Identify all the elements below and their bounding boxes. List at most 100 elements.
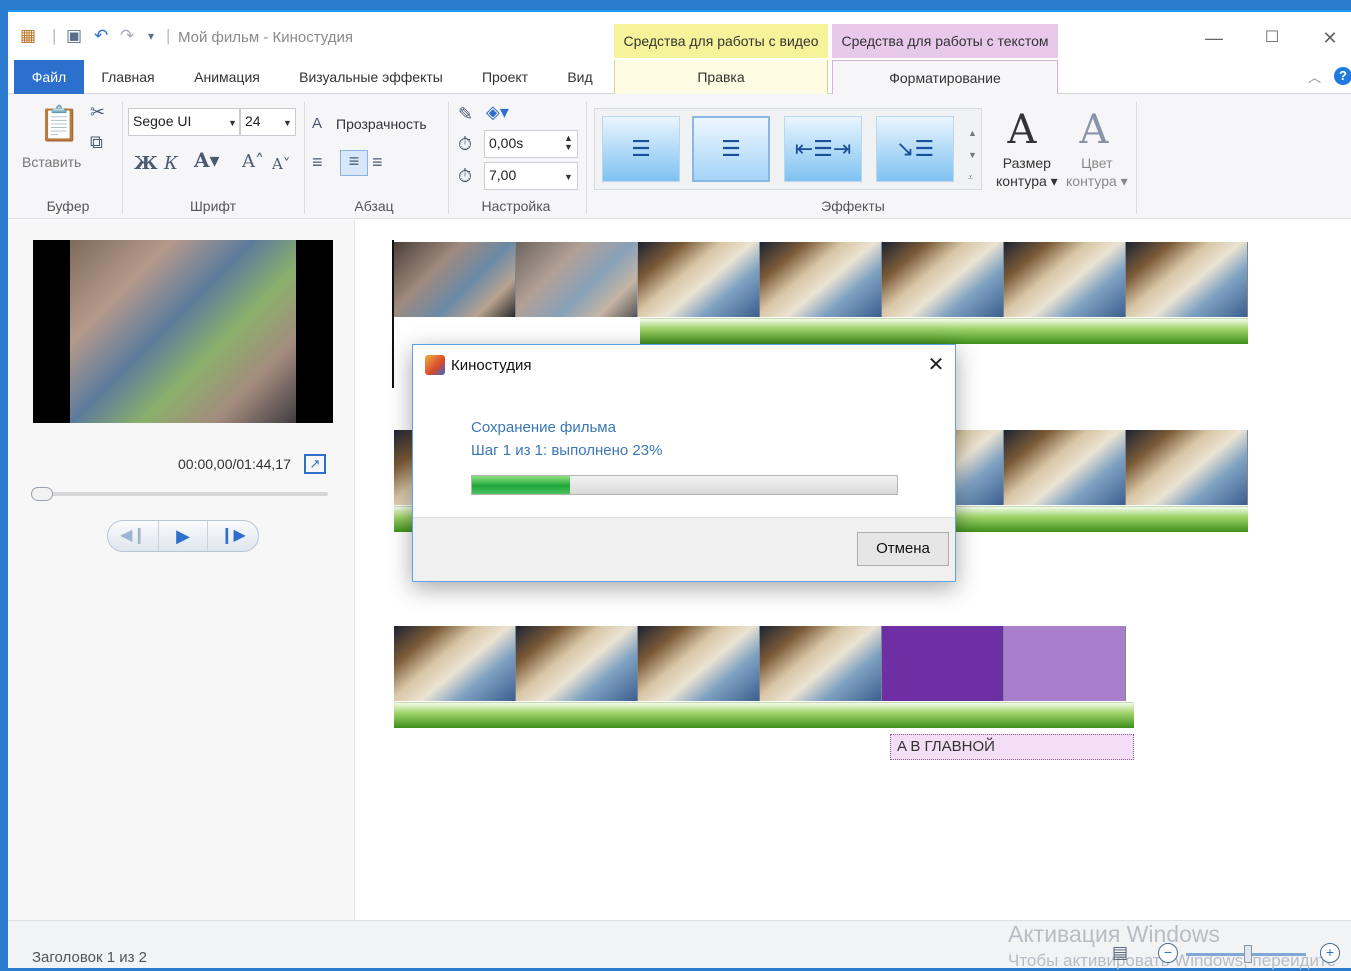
- align-right-icon[interactable]: ≡: [372, 152, 383, 172]
- separator: |: [52, 26, 57, 45]
- undo-icon[interactable]: ↶: [94, 26, 108, 46]
- dialog-heading: Сохранение фильма: [471, 419, 616, 436]
- play-icon[interactable]: ▶: [158, 521, 208, 551]
- outline-color-label-2: контура: [1066, 173, 1117, 189]
- audio-waveform[interactable]: [394, 702, 1134, 728]
- tab-home[interactable]: Главная: [90, 60, 166, 94]
- effect-stretch-button[interactable]: ⇤☰⇥: [784, 116, 862, 182]
- font-color-icon[interactable]: A▾: [194, 150, 220, 170]
- group-separator: [1136, 102, 1137, 214]
- next-frame-icon[interactable]: ❙▶: [208, 521, 258, 551]
- zoom-thumb[interactable]: [1244, 945, 1252, 963]
- screen: ▦ | ▣ ↶ ↷ ▾ | Мой фильм - Киностудия Сре…: [0, 0, 1351, 970]
- ribbon-tabs: Файл Главная Анимация Визуальные эффекты…: [8, 60, 1351, 95]
- storyboard-view-icon[interactable]: ▤: [1112, 943, 1128, 963]
- outline-size-button[interactable]: Размер контура ▾: [996, 154, 1058, 190]
- tab-animation[interactable]: Анимация: [180, 60, 274, 94]
- clip-thumbnail[interactable]: [1126, 430, 1248, 505]
- close-button[interactable]: ✕: [1310, 26, 1350, 50]
- bold-icon[interactable]: Ж: [134, 154, 158, 174]
- quick-access-dropdown-icon[interactable]: ▾: [148, 26, 154, 46]
- start-time-icon: ⏱: [458, 134, 473, 154]
- shrink-font-icon[interactable]: A˅: [272, 154, 290, 174]
- tab-edit[interactable]: Правка: [614, 60, 828, 94]
- dialog-footer: Отмена: [413, 517, 955, 581]
- cut-icon[interactable]: ✂: [90, 102, 105, 122]
- close-icon[interactable]: ✕: [921, 351, 951, 379]
- redo-icon[interactable]: ↷: [120, 26, 134, 46]
- clip-thumbnail[interactable]: [882, 242, 1004, 317]
- audio-waveform[interactable]: [640, 318, 1248, 344]
- background-color-icon[interactable]: ◈▾: [486, 102, 509, 122]
- chevron-down-icon: ▼: [228, 118, 237, 128]
- group-paragraph-label: Абзац: [354, 198, 394, 214]
- tab-view[interactable]: Вид: [554, 60, 606, 94]
- clip-thumbnail[interactable]: [394, 626, 516, 701]
- tab-project[interactable]: Проект: [470, 60, 540, 94]
- prev-frame-icon[interactable]: ◀❙: [108, 521, 158, 551]
- title-bar: ▦ | ▣ ↶ ↷ ▾ | Мой фильм - Киностудия Сре…: [8, 12, 1351, 60]
- zoom-out-icon[interactable]: −: [1158, 943, 1178, 963]
- title-clip[interactable]: [882, 626, 1004, 701]
- zoom-slider[interactable]: [1186, 945, 1306, 963]
- effect-none-button[interactable]: ☰: [602, 116, 680, 182]
- font-family-select[interactable]: Segoe UI: [128, 108, 240, 136]
- transparency-icon[interactable]: A: [312, 114, 322, 134]
- title-clip[interactable]: [1004, 626, 1126, 701]
- clip-thumbnail[interactable]: [516, 626, 638, 701]
- grow-font-icon[interactable]: A˄: [242, 152, 264, 172]
- film-icon[interactable]: ▦: [20, 26, 36, 46]
- align-center-icon[interactable]: ≡: [340, 150, 368, 176]
- paste-button[interactable]: Вставить: [22, 154, 81, 170]
- effect-fly-in-button[interactable]: ↘☰: [876, 116, 954, 182]
- gallery-scroll-icon[interactable]: ▲ ▼ ⩡: [968, 122, 977, 188]
- cancel-button[interactable]: Отмена: [857, 532, 949, 566]
- dialog-title: Киностудия: [451, 357, 532, 374]
- status-text: Заголовок 1 из 2: [32, 949, 147, 966]
- outline-size-icon[interactable]: A: [1002, 108, 1042, 152]
- clip-thumbnail[interactable]: [638, 242, 760, 317]
- fullscreen-icon[interactable]: ↗: [304, 454, 326, 474]
- group-clipboard-label: Буфер: [46, 198, 90, 214]
- collapse-ribbon-icon[interactable]: ︿: [1308, 67, 1321, 86]
- clip-row-3: [394, 626, 1134, 701]
- clip-thumbnail[interactable]: [1126, 242, 1248, 317]
- video-preview[interactable]: [33, 240, 333, 423]
- clip-thumbnail[interactable]: [1004, 242, 1126, 317]
- effect-selected-button[interactable]: ☰: [692, 116, 770, 182]
- paste-icon[interactable]: 📋: [38, 104, 80, 144]
- maximize-button[interactable]: ☐: [1252, 26, 1292, 50]
- context-text-tools: Средства для работы с текстом: [832, 24, 1058, 58]
- outline-color-icon[interactable]: A: [1074, 108, 1114, 152]
- clip-thumbnail[interactable]: [760, 626, 882, 701]
- align-left-icon[interactable]: ≡: [312, 152, 323, 172]
- zoom-in-icon[interactable]: +: [1320, 943, 1340, 963]
- app-window: ▦ | ▣ ↶ ↷ ▾ | Мой фильм - Киностудия Сре…: [8, 10, 1351, 970]
- save-progress-bar: [471, 475, 898, 495]
- tab-file[interactable]: Файл: [14, 60, 84, 94]
- help-icon[interactable]: ?: [1334, 67, 1351, 85]
- clip-thumbnail[interactable]: [1004, 430, 1126, 505]
- italic-icon[interactable]: К: [164, 154, 178, 174]
- clip-thumbnail[interactable]: [394, 242, 516, 317]
- caption-clip[interactable]: A В ГЛАВНОЙ: [890, 734, 1134, 760]
- playback-controls: ◀❙ ▶ ❙▶: [107, 520, 259, 552]
- minimize-button[interactable]: —: [1194, 26, 1234, 50]
- save-icon[interactable]: ▣: [66, 26, 82, 46]
- spinner-icon[interactable]: ▲ ▼: [564, 134, 573, 152]
- outline-color-button[interactable]: Цвет контура ▾: [1066, 154, 1128, 190]
- duration-icon: ⏱: [458, 166, 473, 186]
- dialog-step-text: Шаг 1 из 1: выполнено 23%: [471, 442, 663, 459]
- tab-visual-effects[interactable]: Визуальные эффекты: [288, 60, 454, 94]
- text-color-icon[interactable]: ✎: [458, 104, 473, 124]
- clip-thumbnail[interactable]: [516, 242, 638, 317]
- seek-slider[interactable]: [31, 487, 328, 501]
- clip-row-1: [394, 242, 1248, 317]
- copy-icon[interactable]: ⧉: [90, 132, 103, 152]
- group-separator: [122, 102, 123, 214]
- tab-format[interactable]: Форматирование: [832, 60, 1058, 95]
- clip-thumbnail[interactable]: [760, 242, 882, 317]
- clip-thumbnail[interactable]: [638, 626, 760, 701]
- seek-thumb[interactable]: [31, 487, 53, 501]
- transparency-button[interactable]: Прозрачность: [336, 116, 427, 132]
